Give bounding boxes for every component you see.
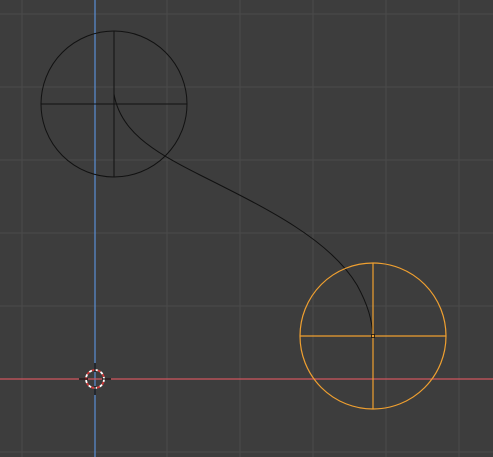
circle-empty-unselected[interactable] bbox=[40, 30, 188, 178]
viewport-canvas[interactable] bbox=[0, 0, 493, 457]
grid bbox=[0, 0, 493, 457]
relationship-curve bbox=[113, 93, 374, 337]
object-origin-dot bbox=[371, 334, 375, 338]
3d-viewport[interactable] bbox=[0, 0, 493, 457]
